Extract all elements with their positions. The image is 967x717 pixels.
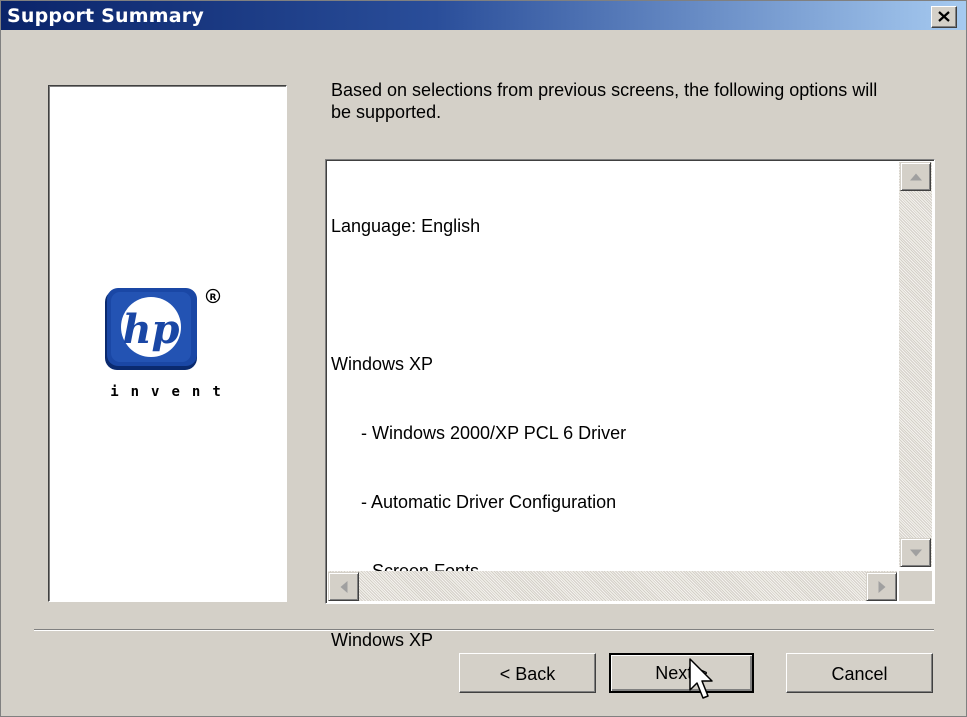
scroll-down-button[interactable] xyxy=(900,538,931,567)
registered-mark: R xyxy=(210,293,217,303)
list-item: Language: English xyxy=(331,216,481,236)
mouse-pointer-icon xyxy=(689,658,713,699)
list-item: - Windows 2000/XP PCL 6 Driver xyxy=(361,423,627,443)
scroll-right-button[interactable] xyxy=(866,572,897,601)
summary-list: Language: English Windows XP - Windows 2… xyxy=(331,169,626,698)
hp-logo: hp R xyxy=(105,288,221,370)
next-button[interactable]: Next > xyxy=(609,653,754,693)
arrow-right-icon xyxy=(878,580,885,593)
close-button[interactable] xyxy=(931,6,957,28)
svg-text:hp: hp xyxy=(122,306,179,353)
horizontal-scrollbar[interactable] xyxy=(328,571,897,601)
list-item: Windows XP xyxy=(331,630,434,650)
dialog-title: Support Summary xyxy=(7,5,204,27)
support-summary-listbox[interactable]: Language: English Windows XP - Windows 2… xyxy=(325,159,935,650)
arrow-left-icon xyxy=(340,580,347,593)
intro-text: Based on selections from previous screen… xyxy=(331,80,878,122)
list-item xyxy=(331,284,626,307)
logo-panel: hp R invent xyxy=(48,85,287,602)
list-item: Windows XP xyxy=(331,354,434,374)
arrow-down-icon xyxy=(909,549,922,556)
support-summary-dialog: Support Summary hp R invent Based on sel… xyxy=(0,0,967,717)
close-icon xyxy=(938,11,950,22)
scroll-up-button[interactable] xyxy=(900,162,931,191)
arrow-up-icon xyxy=(909,173,922,180)
size-grip xyxy=(899,571,932,601)
vertical-scrollbar[interactable] xyxy=(899,162,932,567)
scroll-left-button[interactable] xyxy=(328,572,359,601)
invent-tagline: invent xyxy=(110,384,233,400)
cancel-button[interactable]: Cancel xyxy=(786,653,933,693)
separator-line xyxy=(34,629,934,631)
title-bar[interactable]: Support Summary xyxy=(1,1,966,30)
list-item: - Automatic Driver Configuration xyxy=(361,492,617,512)
back-button[interactable]: < Back xyxy=(459,653,596,693)
